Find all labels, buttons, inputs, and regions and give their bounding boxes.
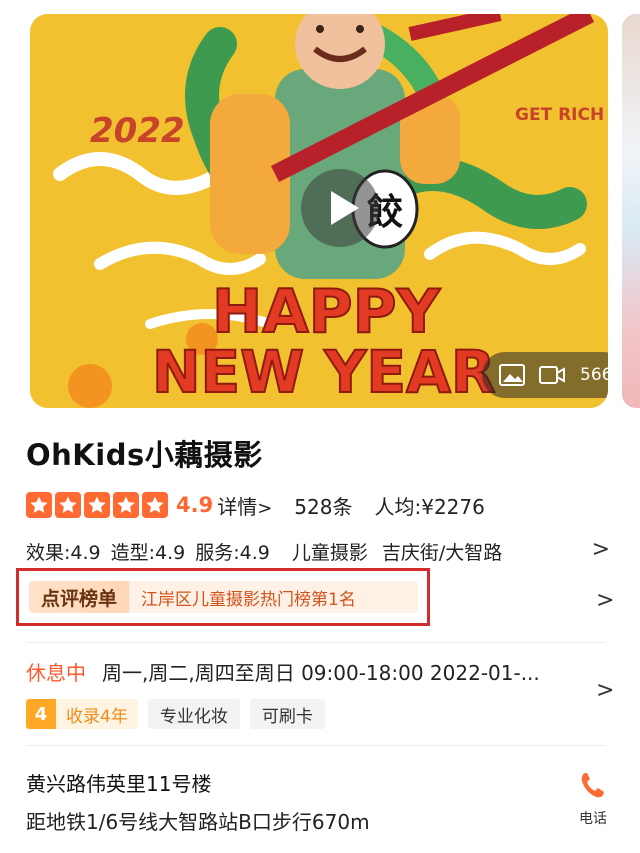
video-icon bbox=[539, 366, 565, 384]
play-video-button[interactable] bbox=[301, 169, 379, 247]
shop-category: 儿童摄影 bbox=[291, 541, 368, 564]
poster-new-year: NEW YEAR bbox=[152, 338, 496, 406]
style-score: 造型:4.9 bbox=[110, 541, 186, 564]
chevron-right-icon: > bbox=[257, 497, 273, 519]
chevron-right-icon: > bbox=[591, 537, 610, 562]
listed-years-badge: 4 收录4年 bbox=[26, 699, 138, 729]
rating-detail-link[interactable]: 详情> bbox=[217, 491, 272, 520]
service-score: 服务:4.9 bbox=[195, 541, 270, 564]
star-icon bbox=[55, 492, 81, 518]
review-count[interactable]: 528条 bbox=[294, 491, 352, 520]
metrics-row[interactable]: 效果:4.9 造型:4.9 服务:4.9 儿童摄影 吉庆街/大智路 > bbox=[26, 536, 616, 566]
phone-label: 电话 bbox=[579, 811, 607, 827]
rating-row: 4.9 详情> 528条 人均:¥2276 bbox=[26, 490, 485, 520]
star-rating bbox=[26, 492, 168, 518]
ranking-banner[interactable]: 点评榜单 江岸区儿童摄影热门榜第1名 bbox=[16, 568, 430, 626]
phone-icon bbox=[581, 773, 604, 798]
poster-year: 2022 bbox=[90, 111, 185, 151]
open-status: 休息中 bbox=[26, 660, 86, 685]
metro-distance: 距地铁1/6号线大智路站B口步行670m bbox=[26, 810, 370, 834]
star-icon bbox=[26, 492, 52, 518]
ranking-inner: 点评榜单 江岸区儿童摄影热门榜第1名 bbox=[29, 581, 418, 613]
next-photo-peek[interactable] bbox=[622, 14, 640, 408]
ranking-tag: 点评榜单 bbox=[29, 581, 130, 613]
tag-card: 可刷卡 bbox=[249, 699, 325, 729]
star-icon bbox=[142, 492, 168, 518]
listed-years-number: 4 bbox=[26, 699, 56, 729]
listed-years-text: 收录4年 bbox=[56, 699, 138, 729]
star-icon bbox=[113, 492, 139, 518]
divider bbox=[26, 745, 606, 746]
hours-text: 周一,周二,周四至周日 09:00-18:00 2022-01-... bbox=[102, 660, 540, 685]
media-count: 5661 bbox=[580, 365, 608, 385]
chevron-right-icon[interactable]: > bbox=[596, 588, 614, 613]
rating-detail-label: 详情 bbox=[217, 494, 258, 519]
star-icon bbox=[84, 492, 110, 518]
divider bbox=[26, 642, 606, 643]
media-count-badge[interactable]: 5661 bbox=[482, 352, 608, 398]
avg-price: 人均:¥2276 bbox=[374, 494, 485, 519]
rating-score: 4.9 bbox=[176, 493, 214, 517]
poster-happy: HAPPY bbox=[212, 277, 442, 347]
image-icon bbox=[499, 364, 525, 386]
business-hours-row[interactable]: 休息中 周一,周二,周四至周日 09:00-18:00 2022-01-... bbox=[26, 656, 586, 686]
ranking-text: 江岸区儿童摄影热门榜第1名 bbox=[141, 589, 356, 610]
shop-area: 吉庆街/大智路 bbox=[381, 541, 503, 564]
chevron-right-icon[interactable]: > bbox=[596, 678, 614, 703]
shop-address[interactable]: 黄兴路伟英里11号楼 bbox=[26, 768, 211, 797]
shop-name: OhKids小藕摄影 bbox=[26, 438, 263, 472]
tag-makeup: 专业化妆 bbox=[147, 699, 240, 729]
poster-get-rich: GET RICH bbox=[515, 105, 604, 125]
effect-score: 效果:4.9 bbox=[26, 541, 101, 564]
phone-button[interactable]: 电话 bbox=[570, 770, 616, 832]
tags-row: 4 收录4年 专业化妆 可刷卡 bbox=[26, 698, 325, 730]
gallery-hero[interactable]: 餃 2022 GET RICH HAPPY NEW YEAR 5661 bbox=[30, 14, 608, 408]
